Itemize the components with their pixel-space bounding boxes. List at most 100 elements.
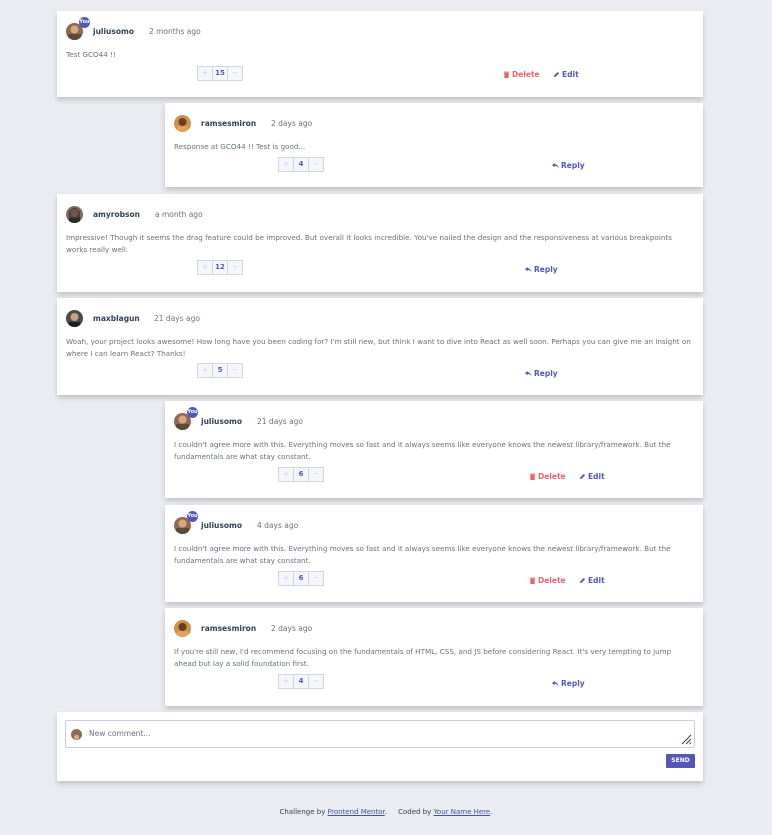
you-badge: You (187, 407, 198, 418)
comment-card: You juliusomo 21 days ago I couldn't agr… (165, 401, 703, 498)
upvote-button[interactable]: + (279, 158, 293, 171)
comment-card: amyrobson a month ago Impressive! Though… (57, 194, 703, 292)
comment-text: If you're still new, I'd recommend focus… (174, 647, 672, 668)
vote-stepper: + 5 − (197, 363, 243, 378)
score: 4 (293, 158, 309, 171)
comment-card: ramsesmiron 2 days ago If you're still n… (165, 608, 703, 706)
downvote-button[interactable]: − (309, 158, 323, 171)
edit-label: Edit (588, 576, 605, 585)
timestamp: a month ago (155, 210, 203, 219)
vote-stepper: + 15 − (197, 66, 243, 81)
reply-icon (552, 680, 559, 687)
comment-text: I couldn't agree more with this. Everyth… (174, 544, 671, 565)
username[interactable]: juliusomo (93, 27, 134, 36)
pencil-icon (579, 473, 586, 480)
reply-label: Reply (561, 161, 585, 170)
timestamp: 2 months ago (149, 27, 201, 36)
comment-card: ramsesmiron 2 days ago Response at GCO44… (165, 103, 703, 187)
username[interactable]: juliusomo (201, 417, 242, 426)
comment-text: I couldn't agree more with this. Everyth… (174, 440, 671, 461)
edit-button[interactable]: Edit (579, 576, 605, 585)
coded-by-label: Coded by (398, 808, 432, 816)
edit-button[interactable]: Edit (553, 70, 579, 79)
reply-label: Reply (534, 265, 558, 274)
upvote-button[interactable]: + (279, 675, 293, 688)
downvote-button[interactable]: − (309, 675, 323, 688)
edit-label: Edit (588, 472, 605, 481)
reply-button[interactable]: Reply (525, 369, 558, 378)
comment-card: You juliusomo 4 days ago I couldn't agre… (165, 505, 703, 602)
reply-button[interactable]: Reply (552, 161, 585, 170)
comment-card: maxblagun 21 days ago Woah, your project… (57, 298, 703, 395)
send-button[interactable]: SEND (666, 754, 695, 768)
score: 4 (293, 675, 309, 688)
comment-text: Test GCO44 !! (66, 50, 116, 59)
vote-stepper: + 6 − (278, 467, 324, 482)
upvote-button[interactable]: + (198, 364, 212, 377)
vote-stepper: + 6 − (278, 571, 324, 586)
upvote-button[interactable]: + (198, 67, 212, 80)
username[interactable]: ramsesmiron (201, 624, 256, 633)
timestamp: 21 days ago (154, 314, 200, 323)
downvote-button[interactable]: − (309, 468, 323, 481)
username[interactable]: ramsesmiron (201, 119, 256, 128)
delete-button[interactable]: Delete (529, 576, 566, 585)
username[interactable]: juliusomo (201, 521, 242, 530)
reply-icon (525, 370, 532, 377)
author-link[interactable]: Your Name Here (434, 808, 491, 816)
comment-text: Woah, your project looks awesome! How lo… (66, 337, 691, 358)
edit-button[interactable]: Edit (579, 472, 605, 481)
comment-text: Response at GCO44 !! Test is good... (174, 142, 306, 151)
reply-label: Reply (561, 679, 585, 688)
upvote-button[interactable]: + (279, 468, 293, 481)
avatar (66, 206, 83, 223)
attribution-footer: Challenge by Frontend Mentor. Coded by Y… (0, 808, 772, 816)
delete-label: Delete (538, 576, 566, 585)
avatar (174, 115, 191, 132)
new-comment-placeholder: New comment... (89, 729, 151, 738)
you-badge: You (79, 17, 90, 28)
upvote-button[interactable]: + (279, 572, 293, 585)
new-comment-card: New comment... SEND (57, 712, 703, 781)
delete-label: Delete (538, 472, 566, 481)
avatar (66, 310, 83, 327)
username[interactable]: maxblagun (93, 314, 140, 323)
footer-period-end: . (490, 808, 493, 816)
vote-stepper: + 12 − (197, 260, 243, 275)
delete-button[interactable]: Delete (529, 472, 566, 481)
downvote-button[interactable]: − (228, 364, 242, 377)
pencil-icon (553, 71, 560, 78)
trash-icon (529, 577, 536, 584)
downvote-button[interactable]: − (228, 261, 242, 274)
frontend-mentor-link[interactable]: Frontend Mentor (328, 808, 385, 816)
edit-label: Edit (562, 70, 579, 79)
score: 5 (212, 364, 228, 377)
you-badge: You (187, 511, 198, 522)
trash-icon (503, 71, 510, 78)
comment-card: You juliusomo 2 months ago Test GCO44 !!… (57, 11, 703, 97)
delete-label: Delete (512, 70, 540, 79)
reply-label: Reply (534, 369, 558, 378)
downvote-button[interactable]: − (309, 572, 323, 585)
reply-button[interactable]: Reply (525, 265, 558, 274)
upvote-button[interactable]: + (198, 261, 212, 274)
vote-stepper: + 4 − (278, 674, 324, 689)
new-comment-field[interactable]: New comment... (65, 720, 695, 748)
challenge-label: Challenge by (279, 808, 326, 816)
score: 12 (212, 261, 228, 274)
avatar (71, 729, 82, 740)
comment-text: Impressive! Though it seems the drag fea… (66, 233, 672, 254)
score: 6 (293, 468, 309, 481)
trash-icon (529, 473, 536, 480)
reply-button[interactable]: Reply (552, 679, 585, 688)
timestamp: 2 days ago (271, 624, 313, 633)
downvote-button[interactable]: − (228, 67, 242, 80)
timestamp: 2 days ago (271, 119, 313, 128)
score: 6 (293, 572, 309, 585)
username[interactable]: amyrobson (93, 210, 140, 219)
resize-handle-icon[interactable] (680, 733, 692, 745)
score: 15 (212, 67, 228, 80)
delete-button[interactable]: Delete (503, 70, 540, 79)
reply-icon (525, 266, 532, 273)
timestamp: 4 days ago (257, 521, 299, 530)
